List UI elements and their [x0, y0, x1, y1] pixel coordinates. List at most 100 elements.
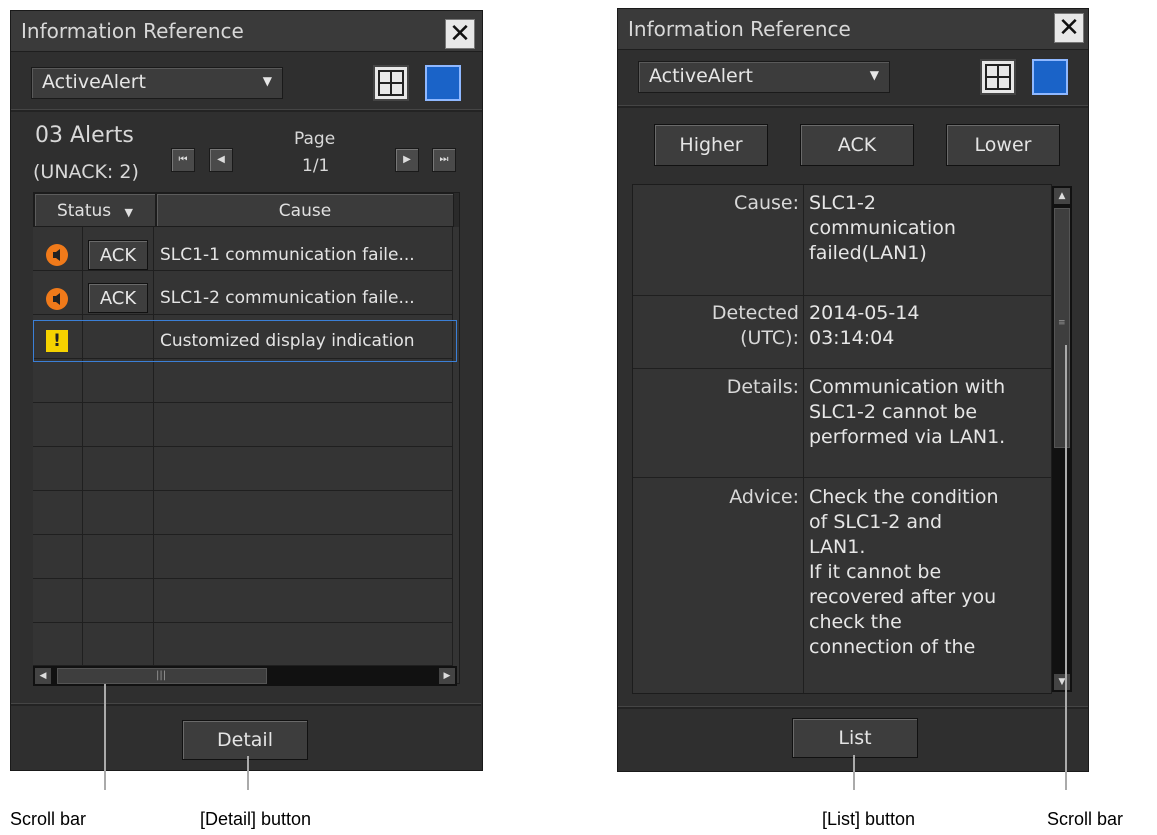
grip-icon: ||| [156, 670, 167, 681]
alarm-icon [46, 244, 68, 266]
ack-button[interactable]: ACK [800, 124, 914, 166]
left-window-title: Information Reference [21, 19, 244, 43]
right-info-panel: Information Reference ✕ ActiveAlert ▼ Hi… [617, 8, 1089, 772]
left-horizontal-scrollbar[interactable]: ◀ ||| ▶ [33, 666, 457, 686]
first-page-button[interactable]: ⏮ [171, 148, 195, 172]
unack-count: (UNACK: 2) [33, 161, 139, 183]
table-cell [33, 535, 83, 579]
advice-label: Advice: [729, 486, 799, 508]
alert-count: 03 Alerts [35, 123, 134, 148]
speaker-icon [53, 249, 60, 261]
scroll-thumb[interactable]: ||| [57, 668, 267, 684]
table-cell [154, 623, 453, 666]
cause-column-header[interactable]: Cause [156, 193, 454, 227]
advice-value: Check the condition of SLC1-2 and LAN1. … [809, 486, 999, 658]
list-callout: [List] button [822, 809, 916, 829]
table-cell [154, 447, 453, 491]
last-page-button[interactable]: ⏭ [432, 148, 456, 172]
scroll-up-arrow[interactable]: ▲ [1054, 188, 1070, 204]
left-view-dropdown[interactable]: ActiveAlert ▼ [31, 67, 283, 99]
list-callout-line [853, 755, 855, 790]
lower-button[interactable]: Lower [946, 124, 1060, 166]
scroll-left-arrow[interactable]: ◀ [35, 668, 51, 684]
left-scroll-callout-line [104, 684, 106, 790]
right-view-dropdown[interactable]: ActiveAlert ▼ [638, 61, 890, 93]
scroll-down-arrow[interactable]: ▼ [1054, 674, 1070, 690]
chevron-down-icon: ▼ [262, 74, 272, 88]
detail-row-divider [633, 368, 1051, 369]
table-right-edge [454, 193, 459, 227]
status-column-header[interactable]: Status ▼ [34, 193, 156, 227]
page-label: Page [294, 129, 336, 149]
alarm-icon [46, 288, 68, 310]
left-close-button[interactable]: ✕ [445, 19, 475, 49]
table-cell [33, 491, 83, 535]
split-layout-icon [985, 64, 1011, 90]
warning-icon: ! [46, 330, 68, 352]
detail-grid: Cause: SLC1-2 communication failed(LAN1)… [632, 184, 1052, 694]
left-separator-bottom [11, 703, 481, 706]
right-scroll-callout: Scroll bar [1047, 809, 1124, 829]
right-layout-split-button[interactable] [980, 59, 1016, 95]
chevron-down-icon: ▼ [869, 68, 879, 82]
left-separator-top [11, 109, 482, 112]
next-page-button[interactable]: ▶ [395, 148, 419, 172]
scroll-thumb[interactable]: ≡ [1054, 208, 1070, 448]
table-cell [83, 623, 154, 666]
page-value: 1/1 [302, 156, 330, 176]
list-button[interactable]: List [792, 718, 918, 758]
prev-page-button[interactable]: ◀ [209, 148, 233, 172]
row1-ack-button[interactable]: ACK [88, 240, 148, 270]
left-titlebar: Information Reference ✕ [11, 11, 482, 52]
sort-caret-icon: ▼ [124, 206, 134, 219]
left-dropdown-value: ActiveAlert [42, 71, 146, 93]
split-layout-icon [378, 70, 404, 96]
table-cell [83, 359, 154, 403]
table-cell [83, 579, 154, 623]
right-scroll-callout-line [1065, 345, 1067, 790]
row1-cause: SLC1-1 communication faile... [160, 245, 415, 265]
right-close-button[interactable]: ✕ [1054, 13, 1084, 43]
row2-cause: SLC1-2 communication faile... [160, 288, 415, 308]
detail-callout-line [247, 756, 249, 790]
table-cell [33, 623, 83, 666]
details-label: Details: [726, 376, 799, 398]
detail-row-divider [633, 295, 1051, 296]
grip-icon: ≡ [1058, 318, 1066, 328]
speaker-icon [53, 293, 60, 305]
higher-button[interactable]: Higher [654, 124, 768, 166]
cause-label: Cause: [734, 192, 799, 214]
right-dropdown-value: ActiveAlert [649, 65, 753, 87]
table-cell [154, 403, 453, 447]
detected-label: Detected (UTC): [711, 302, 799, 349]
left-layout-split-button[interactable] [373, 65, 409, 101]
detail-row-divider [633, 477, 1051, 478]
label-column-divider [803, 185, 804, 693]
right-vertical-scrollbar[interactable]: ▲ ≡ ▼ [1052, 186, 1072, 692]
table-cell [154, 579, 453, 623]
right-separator-bottom [618, 706, 1088, 709]
table-cell [33, 447, 83, 491]
row3-cause: Customized display indication [160, 331, 415, 351]
right-titlebar: Information Reference ✕ [618, 9, 1088, 50]
row2-ack-button[interactable]: ACK [88, 283, 148, 313]
detail-callout: [Detail] button [200, 809, 312, 829]
table-cell [33, 579, 83, 623]
table-cell [83, 491, 154, 535]
right-separator-top [618, 105, 1088, 108]
table-cell [33, 403, 83, 447]
right-window-title: Information Reference [628, 17, 851, 41]
table-cell [154, 491, 453, 535]
detected-value: 2014-05-14 03:14:04 [809, 302, 920, 349]
left-scroll-callout: Scroll bar [10, 809, 87, 829]
left-layout-full-button[interactable] [425, 65, 461, 101]
table-cell [154, 535, 453, 579]
table-cell [83, 535, 154, 579]
table-cell [154, 359, 453, 403]
scroll-right-arrow[interactable]: ▶ [439, 668, 455, 684]
table-cell [33, 359, 83, 403]
detail-button[interactable]: Detail [182, 720, 308, 760]
table-cell [83, 447, 154, 491]
right-layout-full-button[interactable] [1032, 59, 1068, 95]
cause-value: SLC1-2 communication failed(LAN1) [809, 192, 956, 264]
